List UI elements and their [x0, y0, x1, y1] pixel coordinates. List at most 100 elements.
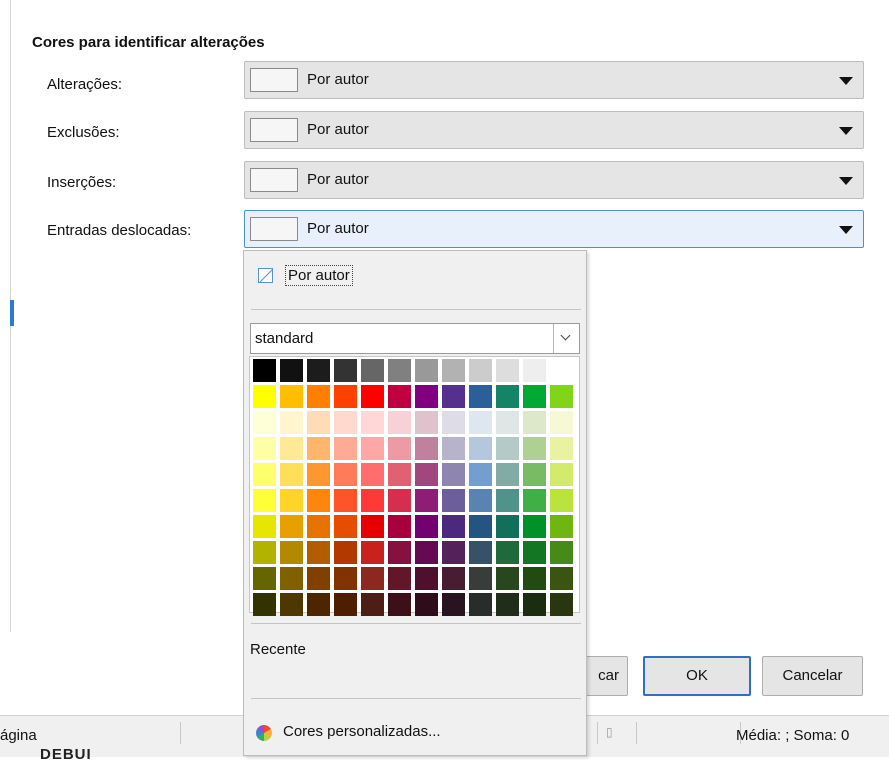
color-swatch-cell[interactable]	[280, 411, 303, 434]
color-swatch-cell[interactable]	[496, 593, 519, 616]
ok-button[interactable]: OK	[643, 656, 751, 696]
color-swatch-cell[interactable]	[415, 437, 438, 460]
color-swatch-cell[interactable]	[496, 411, 519, 434]
color-swatch-cell[interactable]	[469, 541, 492, 564]
color-swatch-cell[interactable]	[361, 489, 384, 512]
color-swatch-cell[interactable]	[469, 385, 492, 408]
color-swatch-cell[interactable]	[388, 437, 411, 460]
color-swatch-cell[interactable]	[442, 411, 465, 434]
color-swatch-cell[interactable]	[361, 437, 384, 460]
color-swatch-cell[interactable]	[361, 541, 384, 564]
color-swatch-cell[interactable]	[253, 359, 276, 382]
color-swatch-cell[interactable]	[550, 515, 573, 538]
color-swatch-cell[interactable]	[334, 489, 357, 512]
color-swatch-cell[interactable]	[388, 593, 411, 616]
color-swatch-cell[interactable]	[280, 463, 303, 486]
color-swatch-cell[interactable]	[442, 541, 465, 564]
color-swatch-cell[interactable]	[253, 463, 276, 486]
color-swatch-cell[interactable]	[523, 567, 546, 590]
color-swatch-cell[interactable]	[550, 489, 573, 512]
color-swatch-cell[interactable]	[442, 437, 465, 460]
color-swatch-cell[interactable]	[334, 463, 357, 486]
color-swatch-cell[interactable]	[388, 541, 411, 564]
color-swatch-cell[interactable]	[469, 567, 492, 590]
color-swatch-cell[interactable]	[253, 515, 276, 538]
color-swatch-cell[interactable]	[388, 385, 411, 408]
color-swatch-cell[interactable]	[496, 437, 519, 460]
color-swatch-cell[interactable]	[334, 359, 357, 382]
color-swatch-cell[interactable]	[334, 593, 357, 616]
color-swatch-cell[interactable]	[307, 437, 330, 460]
color-swatch-cell[interactable]	[550, 437, 573, 460]
color-swatch-cell[interactable]	[307, 411, 330, 434]
color-swatch-cell[interactable]	[469, 359, 492, 382]
selection-mode-icon[interactable]: ▯	[606, 725, 620, 739]
color-swatch-cell[interactable]	[280, 385, 303, 408]
color-swatch-cell[interactable]	[523, 385, 546, 408]
color-swatch-cell[interactable]	[442, 515, 465, 538]
color-swatch-cell[interactable]	[388, 359, 411, 382]
color-swatch-cell[interactable]	[523, 515, 546, 538]
color-swatch-cell[interactable]	[253, 411, 276, 434]
deletions-color-combo[interactable]: Por autor	[244, 111, 864, 149]
color-swatch-cell[interactable]	[334, 567, 357, 590]
color-swatch-cell[interactable]	[280, 541, 303, 564]
changes-color-combo[interactable]: Por autor	[244, 61, 864, 99]
color-swatch-cell[interactable]	[253, 593, 276, 616]
color-swatch-cell[interactable]	[442, 593, 465, 616]
color-swatch-cell[interactable]	[361, 593, 384, 616]
color-swatch-cell[interactable]	[307, 541, 330, 564]
color-swatch-cell[interactable]	[469, 515, 492, 538]
color-swatch-cell[interactable]	[361, 359, 384, 382]
color-swatch-cell[interactable]	[415, 463, 438, 486]
color-swatch-cell[interactable]	[523, 463, 546, 486]
color-swatch-cell[interactable]	[496, 359, 519, 382]
color-swatch-cell[interactable]	[307, 359, 330, 382]
color-swatch-cell[interactable]	[469, 437, 492, 460]
color-swatch-cell[interactable]	[307, 567, 330, 590]
color-swatch-cell[interactable]	[415, 489, 438, 512]
color-swatch-cell[interactable]	[307, 463, 330, 486]
color-swatch-cell[interactable]	[361, 385, 384, 408]
color-swatch-cell[interactable]	[280, 437, 303, 460]
color-swatch-cell[interactable]	[415, 385, 438, 408]
color-swatch-cell[interactable]	[388, 463, 411, 486]
color-swatch-cell[interactable]	[550, 411, 573, 434]
color-swatch-cell[interactable]	[469, 463, 492, 486]
color-swatch-cell[interactable]	[253, 385, 276, 408]
color-swatch-cell[interactable]	[334, 385, 357, 408]
color-swatch-cell[interactable]	[442, 463, 465, 486]
color-swatch-cell[interactable]	[469, 411, 492, 434]
chevron-down-icon[interactable]	[553, 324, 579, 353]
color-swatch-cell[interactable]	[496, 489, 519, 512]
color-swatch-cell[interactable]	[523, 437, 546, 460]
color-swatch-cell[interactable]	[550, 359, 573, 382]
color-swatch-cell[interactable]	[442, 385, 465, 408]
color-swatch-cell[interactable]	[253, 567, 276, 590]
color-swatch-cell[interactable]	[469, 593, 492, 616]
color-swatch-cell[interactable]	[550, 463, 573, 486]
color-swatch-cell[interactable]	[550, 385, 573, 408]
color-swatch-cell[interactable]	[415, 593, 438, 616]
color-swatch-cell[interactable]	[442, 567, 465, 590]
color-swatch-cell[interactable]	[334, 541, 357, 564]
color-swatch-cell[interactable]	[334, 411, 357, 434]
color-swatch-cell[interactable]	[280, 489, 303, 512]
color-swatch-cell[interactable]	[442, 489, 465, 512]
palette-select[interactable]: standard	[250, 323, 580, 354]
color-swatch-cell[interactable]	[496, 515, 519, 538]
color-swatch-cell[interactable]	[253, 437, 276, 460]
color-swatch-cell[interactable]	[280, 359, 303, 382]
color-swatch-cell[interactable]	[550, 567, 573, 590]
color-swatch-cell[interactable]	[307, 515, 330, 538]
color-swatch-cell[interactable]	[361, 515, 384, 538]
color-swatch-cell[interactable]	[496, 385, 519, 408]
color-swatch-cell[interactable]	[307, 385, 330, 408]
color-swatch-cell[interactable]	[523, 411, 546, 434]
color-swatch-cell[interactable]	[496, 541, 519, 564]
color-swatch-cell[interactable]	[388, 515, 411, 538]
color-swatch-cell[interactable]	[415, 567, 438, 590]
color-swatch-cell[interactable]	[496, 463, 519, 486]
moved-entries-color-combo[interactable]: Por autor	[244, 210, 864, 248]
color-swatch-cell[interactable]	[280, 567, 303, 590]
